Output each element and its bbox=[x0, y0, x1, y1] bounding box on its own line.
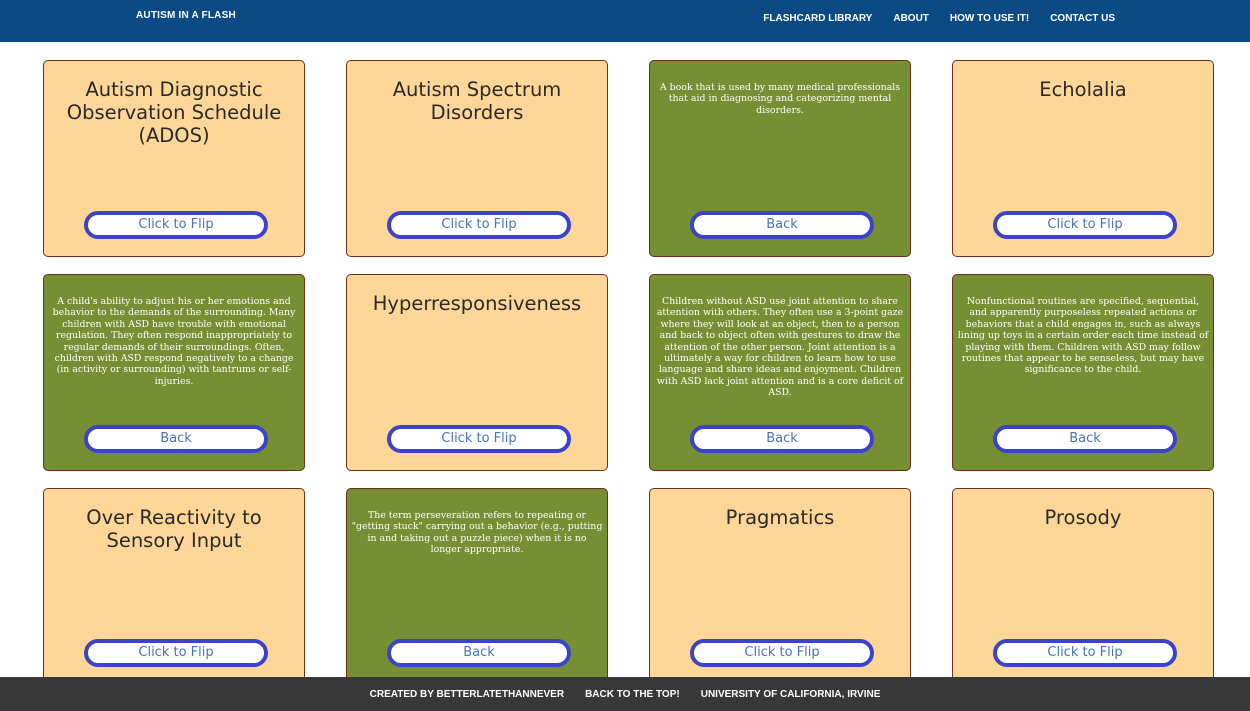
flashcard: Prosody Click to Flip bbox=[952, 488, 1214, 685]
card-text: Autism Diagnostic Observation Schedule (… bbox=[66, 78, 282, 147]
card-text: Hyperresponsiveness bbox=[372, 292, 582, 315]
card-text: A child's ability to adjust his or her e… bbox=[52, 296, 296, 387]
flip-button[interactable]: Click to Flip bbox=[993, 639, 1177, 667]
flashcard: Nonfunctional routines are specified, se… bbox=[952, 274, 1214, 471]
flip-button[interactable]: Click to Flip bbox=[387, 425, 571, 453]
flashcard: Pragmatics Click to Flip bbox=[649, 488, 911, 685]
flip-button[interactable]: Click to Flip bbox=[993, 211, 1177, 239]
nav-about[interactable]: ABOUT bbox=[893, 13, 929, 24]
card-text: Prosody bbox=[1044, 506, 1122, 529]
card-text: Echolalia bbox=[1039, 78, 1127, 101]
footer-bar: CREATED BY BETTERLATETHANNEVER BACK TO T… bbox=[0, 677, 1250, 711]
flashcard: Over Reactivity to Sensory Input Click t… bbox=[43, 488, 305, 685]
flip-button[interactable]: Back bbox=[993, 425, 1177, 453]
card-text: Pragmatics bbox=[725, 506, 835, 529]
flip-button[interactable]: Back bbox=[84, 425, 268, 453]
card-text: Nonfunctional routines are specified, se… bbox=[957, 296, 1209, 376]
nav-how-to-use[interactable]: HOW TO USE IT! bbox=[950, 13, 1029, 24]
footer-university-link[interactable]: UNIVERSITY OF CALIFORNIA, IRVINE bbox=[701, 689, 881, 700]
footer-credit-link[interactable]: CREATED BY BETTERLATETHANNEVER bbox=[370, 689, 564, 700]
flip-button[interactable]: Click to Flip bbox=[84, 639, 268, 667]
flashcard: A book that is used by many medical prof… bbox=[649, 60, 911, 257]
top-navbar: AUTISM IN A FLASH FLASHCARD LIBRARY ABOU… bbox=[0, 0, 1250, 42]
flip-button[interactable]: Back bbox=[690, 425, 874, 453]
nav-flashcard-library[interactable]: FLASHCARD LIBRARY bbox=[763, 13, 872, 24]
card-text: Autism Spectrum Disorders bbox=[392, 78, 562, 124]
flip-button[interactable]: Click to Flip bbox=[84, 211, 268, 239]
site-brand-link[interactable]: AUTISM IN A FLASH bbox=[136, 10, 236, 21]
flip-button[interactable]: Click to Flip bbox=[690, 639, 874, 667]
flashcard: Autism Spectrum Disorders Click to Flip bbox=[346, 60, 608, 257]
main-nav: FLASHCARD LIBRARY ABOUT HOW TO USE IT! C… bbox=[763, 13, 1115, 24]
card-text: Children without ASD use joint attention… bbox=[656, 296, 904, 399]
flashcard: Echolalia Click to Flip bbox=[952, 60, 1214, 257]
nav-contact-us[interactable]: CONTACT US bbox=[1050, 13, 1115, 24]
card-text: The term perseveration refers to repeati… bbox=[351, 510, 603, 556]
flashcard: Autism Diagnostic Observation Schedule (… bbox=[43, 60, 305, 257]
footer-back-to-top-link[interactable]: BACK TO THE TOP! bbox=[585, 689, 680, 700]
flashcard: The term perseveration refers to repeati… bbox=[346, 488, 608, 685]
flip-button[interactable]: Back bbox=[690, 211, 874, 239]
card-text: A book that is used by many medical prof… bbox=[659, 82, 901, 116]
card-text: Over Reactivity to Sensory Input bbox=[86, 506, 262, 552]
flashcard: Hyperresponsiveness Click to Flip bbox=[346, 274, 608, 471]
flip-button[interactable]: Back bbox=[387, 639, 571, 667]
flashcard: A child's ability to adjust his or her e… bbox=[43, 274, 305, 471]
flashcard: Children without ASD use joint attention… bbox=[649, 274, 911, 471]
flip-button[interactable]: Click to Flip bbox=[387, 211, 571, 239]
flashcard-grid: Autism Diagnostic Observation Schedule (… bbox=[43, 60, 1214, 685]
